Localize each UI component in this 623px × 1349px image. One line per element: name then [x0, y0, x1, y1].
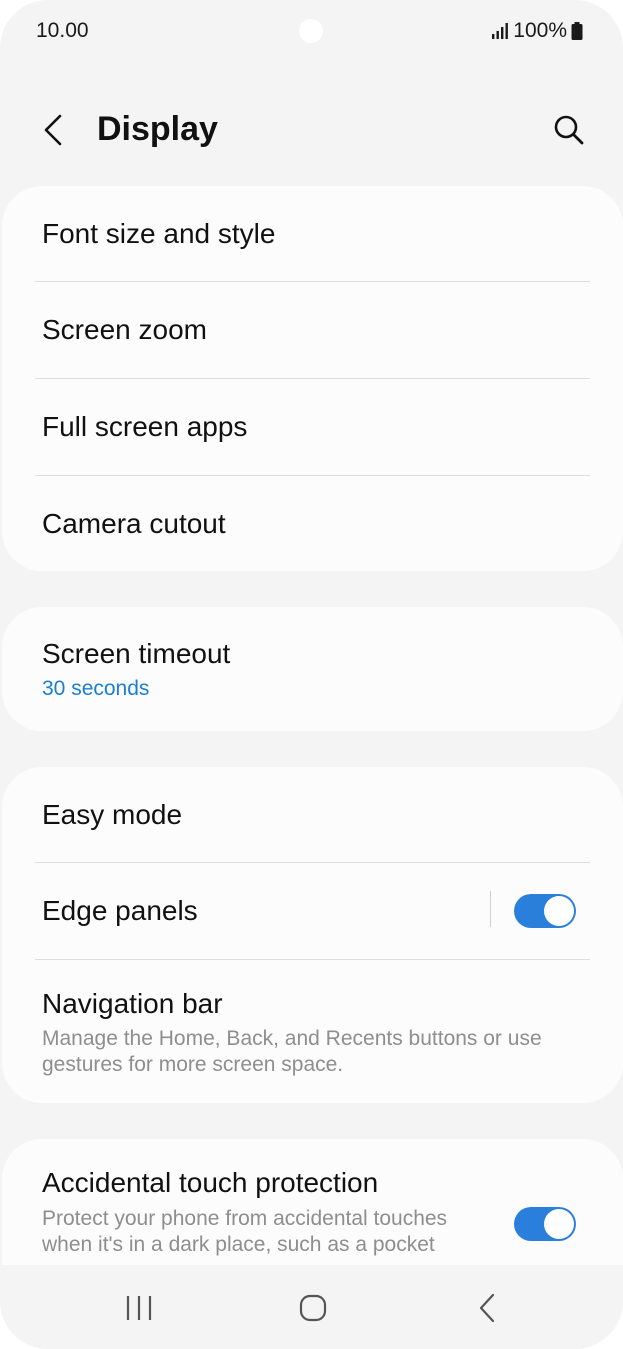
- accidental-touch-description: Protect your phone from accidental touch…: [42, 1207, 448, 1256]
- battery-percent: 100%: [513, 19, 567, 42]
- screen-zoom-item[interactable]: Screen zoom: [2, 282, 623, 379]
- settings-card-navigation: Easy mode Edge panels Navigation bar Man…: [2, 767, 623, 1103]
- home-icon[interactable]: [293, 1288, 333, 1328]
- easy-mode-item[interactable]: Easy mode: [2, 767, 623, 863]
- settings-card-accidental-touch: Accidental touch protection Protect your…: [2, 1139, 623, 1265]
- item-label: Edge panels: [42, 895, 198, 926]
- page-title: Display: [97, 110, 218, 148]
- status-time: 10.00: [36, 19, 89, 42]
- navigation-bar-item[interactable]: Navigation bar Manage the Home, Back, an…: [2, 960, 623, 1103]
- full-screen-apps-item[interactable]: Full screen apps: [2, 379, 623, 475]
- toggle-separator: [490, 891, 491, 927]
- item-label: Camera cutout: [42, 508, 226, 539]
- item-label: Font size and style: [42, 218, 276, 249]
- app-header: Display: [0, 90, 623, 172]
- screen-timeout-value: 30 seconds: [42, 677, 150, 700]
- camera-cutout-item[interactable]: Camera cutout: [2, 476, 623, 571]
- status-bar: 10.00 100%: [0, 0, 623, 62]
- accidental-touch-toggle[interactable]: [514, 1207, 576, 1241]
- navigation-bar-description: Manage the Home, Back, and Recents butto…: [42, 1027, 542, 1076]
- edge-panels-toggle[interactable]: [514, 894, 576, 928]
- toggle-knob: [544, 1209, 574, 1239]
- toggle-knob: [544, 896, 574, 926]
- accidental-touch-protection-item[interactable]: Accidental touch protection Protect your…: [2, 1139, 623, 1265]
- recents-icon[interactable]: [119, 1288, 159, 1328]
- item-label: Screen zoom: [42, 314, 207, 345]
- system-navigation-bar: [0, 1266, 623, 1349]
- settings-card-screen-timeout: Screen timeout 30 seconds: [2, 607, 623, 731]
- camera-cutout: [299, 19, 323, 43]
- edge-panels-item[interactable]: Edge panels: [2, 863, 623, 960]
- nav-back-icon[interactable]: [468, 1288, 508, 1328]
- screen-timeout-item[interactable]: Screen timeout 30 seconds: [2, 607, 623, 731]
- back-arrow-icon[interactable]: [36, 110, 72, 150]
- item-label: Full screen apps: [42, 411, 248, 442]
- font-size-and-style-item[interactable]: Font size and style: [2, 186, 623, 282]
- item-label: Screen timeout: [42, 638, 231, 669]
- phone-screen: 10.00 100% Display Font size and style S…: [0, 0, 623, 1349]
- settings-card-display-options: Font size and style Screen zoom Full scr…: [2, 186, 623, 571]
- signal-icon: [492, 23, 509, 39]
- item-label: Easy mode: [42, 799, 183, 830]
- item-label: Accidental touch protection: [42, 1167, 379, 1198]
- item-label: Navigation bar: [42, 988, 223, 1019]
- status-indicators: 100%: [491, 19, 583, 43]
- search-icon[interactable]: [551, 112, 587, 148]
- battery-icon: [571, 22, 583, 40]
